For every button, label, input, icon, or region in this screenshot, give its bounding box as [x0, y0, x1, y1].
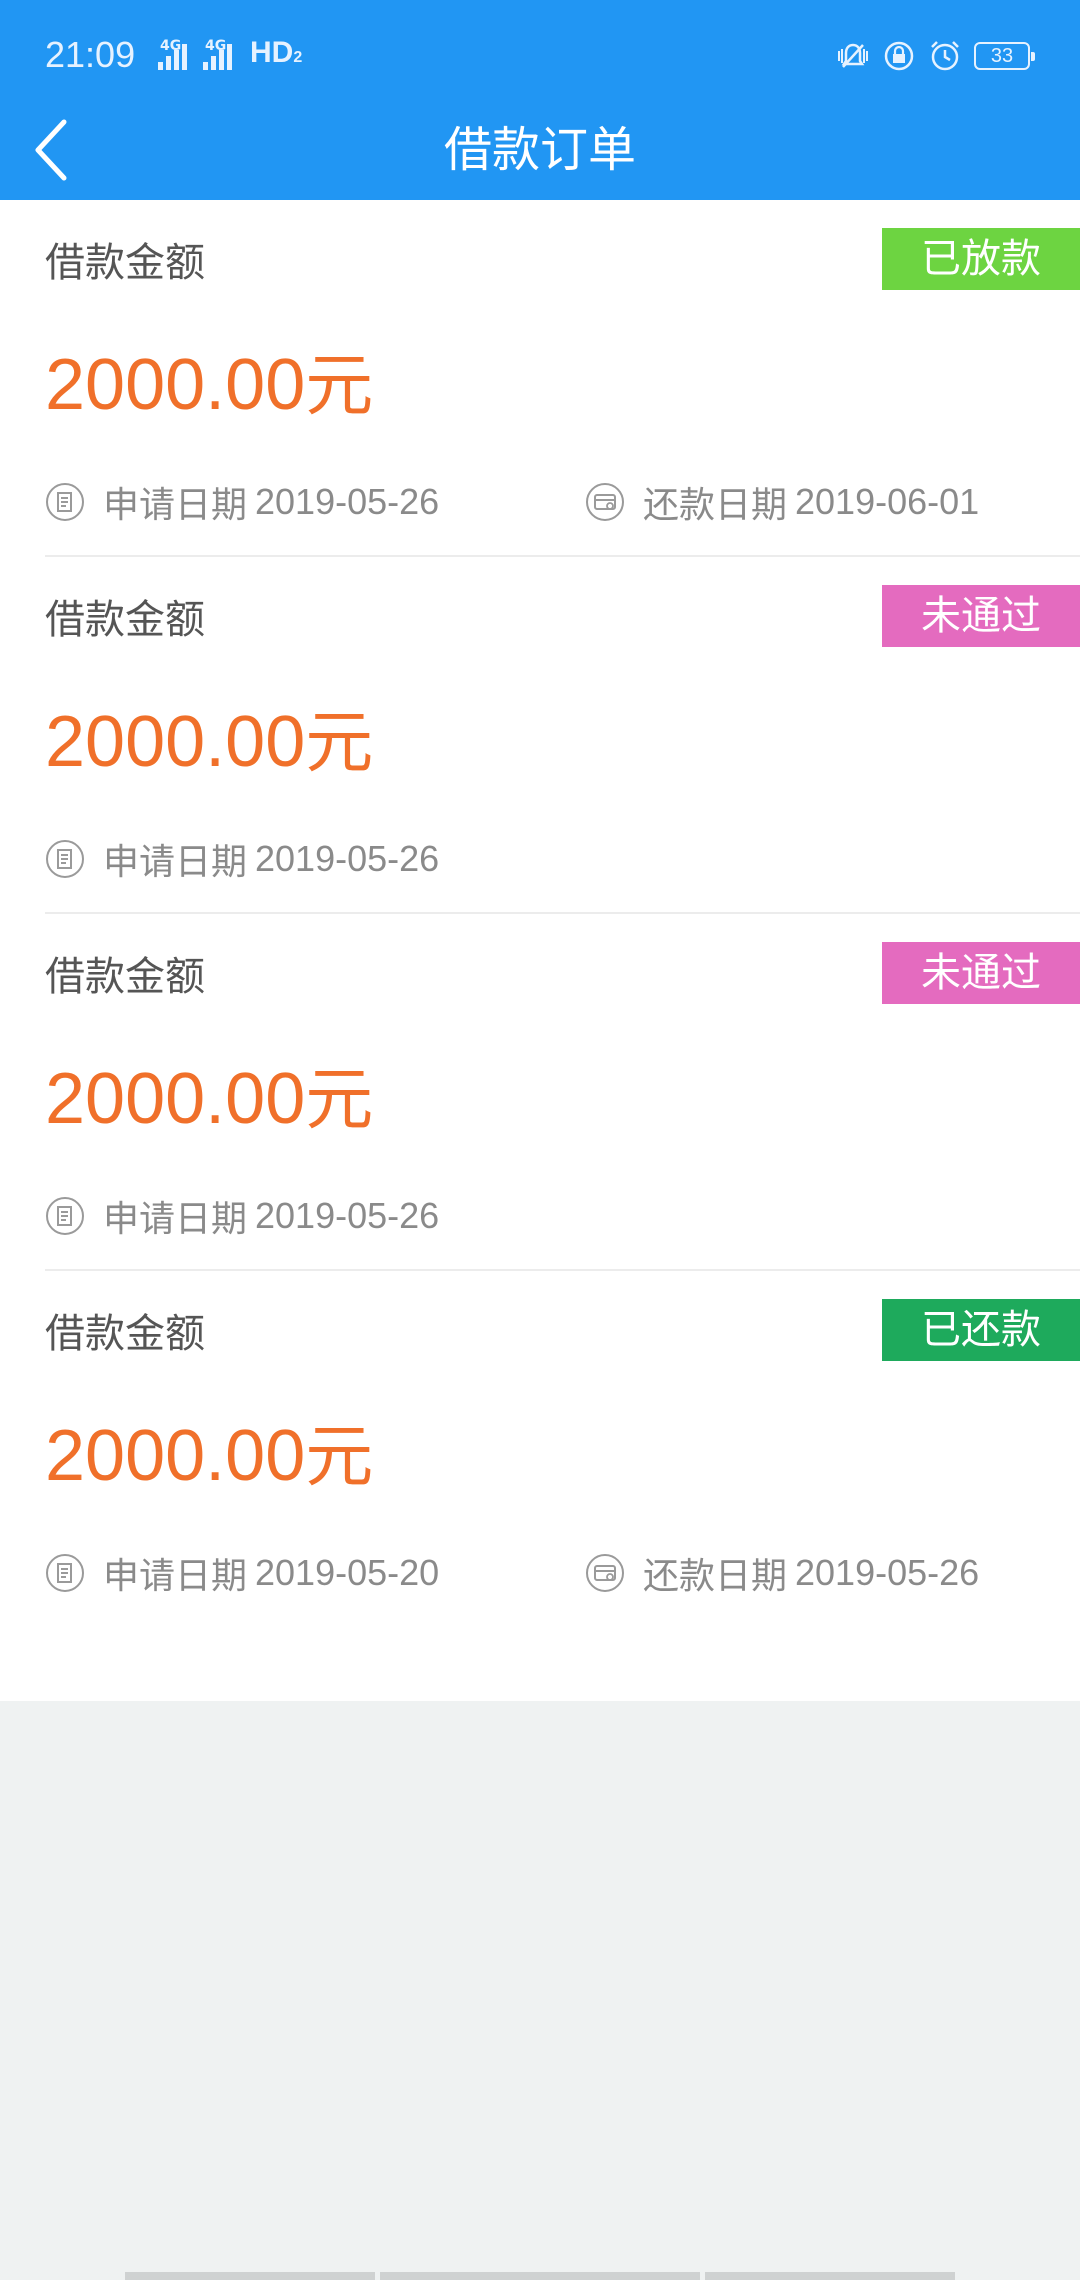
- document-icon: [46, 483, 84, 521]
- apply-date-label: 申请日期: [103, 842, 248, 883]
- repay-date-label: 还款日期: [643, 1556, 788, 1597]
- apply-date-value: 2019-05-26: [255, 838, 440, 879]
- order-item[interactable]: 借款金额 未通过 2000.00元 申请日期 2019-05-26: [45, 914, 1080, 1271]
- document-icon: [46, 1554, 84, 1592]
- document-icon: [46, 1197, 84, 1235]
- status-badge: 已放款: [882, 228, 1080, 290]
- page-title: 借款订单: [443, 122, 636, 178]
- order-item[interactable]: 借款金额 未通过 2000.00元 申请日期 2019-05-26: [45, 557, 1080, 914]
- loan-amount: 2000.00元: [45, 1416, 374, 1497]
- apply-date-row: 申请日期 2019-05-26: [45, 837, 440, 883]
- card-icon: [586, 483, 624, 521]
- nav-bar: 借款订单: [0, 110, 1080, 200]
- apply-date-label: 申请日期: [103, 1556, 248, 1597]
- status-badge: 未通过: [882, 942, 1080, 1004]
- order-list: 借款金额 已放款 2000.00元 申请日期 2019-05-26 还款日期 2…: [0, 200, 1080, 1701]
- order-item[interactable]: 借款金额 已放款 2000.00元 申请日期 2019-05-26 还款日期 2…: [45, 200, 1080, 557]
- document-icon: [46, 840, 84, 878]
- hd-voice-icon: HD2: [250, 36, 303, 69]
- apply-date-row: 申请日期 2019-05-26: [45, 480, 440, 526]
- status-badge: 未通过: [882, 585, 1080, 647]
- battery-icon: 33: [974, 42, 1035, 70]
- repay-date-label: 还款日期: [643, 485, 788, 526]
- repay-date-row: 还款日期 2019-05-26: [585, 1551, 980, 1597]
- app-header: 21:09 4G 4G HD2 33 借款订单: [0, 0, 1080, 200]
- loan-amount: 2000.00元: [45, 345, 374, 426]
- apply-date-value: 2019-05-26: [255, 1195, 440, 1236]
- loan-amount: 2000.00元: [45, 702, 374, 783]
- status-bar: 21:09 4G 4G HD2 33: [0, 0, 1080, 110]
- nav-gesture-bar[interactable]: [705, 2272, 955, 2280]
- amount-label: 借款金额: [45, 1311, 205, 1357]
- repay-date-value: 2019-05-26: [795, 1552, 980, 1593]
- signal-strength-icon: [203, 38, 232, 70]
- apply-date-label: 申请日期: [103, 485, 248, 526]
- apply-date-label: 申请日期: [103, 1199, 248, 1240]
- status-badge: 已还款: [882, 1299, 1080, 1361]
- vibrate-icon: [838, 43, 868, 68]
- alarm-icon: [931, 41, 959, 71]
- repay-date-row: 还款日期 2019-06-01: [585, 480, 980, 526]
- nav-gesture-bar[interactable]: [380, 2272, 700, 2280]
- loan-amount: 2000.00元: [45, 1059, 374, 1140]
- order-item[interactable]: 借款金额 已还款 2000.00元 申请日期 2019-05-20 还款日期 2…: [45, 1271, 1080, 1701]
- repay-date-value: 2019-06-01: [795, 481, 980, 522]
- card-icon: [586, 1554, 624, 1592]
- status-time: 21:09: [45, 34, 136, 75]
- apply-date-row: 申请日期 2019-05-26: [45, 1194, 440, 1240]
- amount-label: 借款金额: [45, 597, 205, 643]
- nav-gesture-bar[interactable]: [125, 2272, 375, 2280]
- amount-label: 借款金额: [45, 954, 205, 1000]
- status-icons: 33: [836, 36, 1035, 76]
- apply-date-value: 2019-05-20: [255, 1552, 440, 1593]
- rotation-lock-icon: [884, 41, 914, 71]
- signal-strength-icon: [158, 38, 187, 70]
- apply-date-row: 申请日期 2019-05-20: [45, 1551, 440, 1597]
- amount-label: 借款金额: [45, 240, 205, 286]
- apply-date-value: 2019-05-26: [255, 481, 440, 522]
